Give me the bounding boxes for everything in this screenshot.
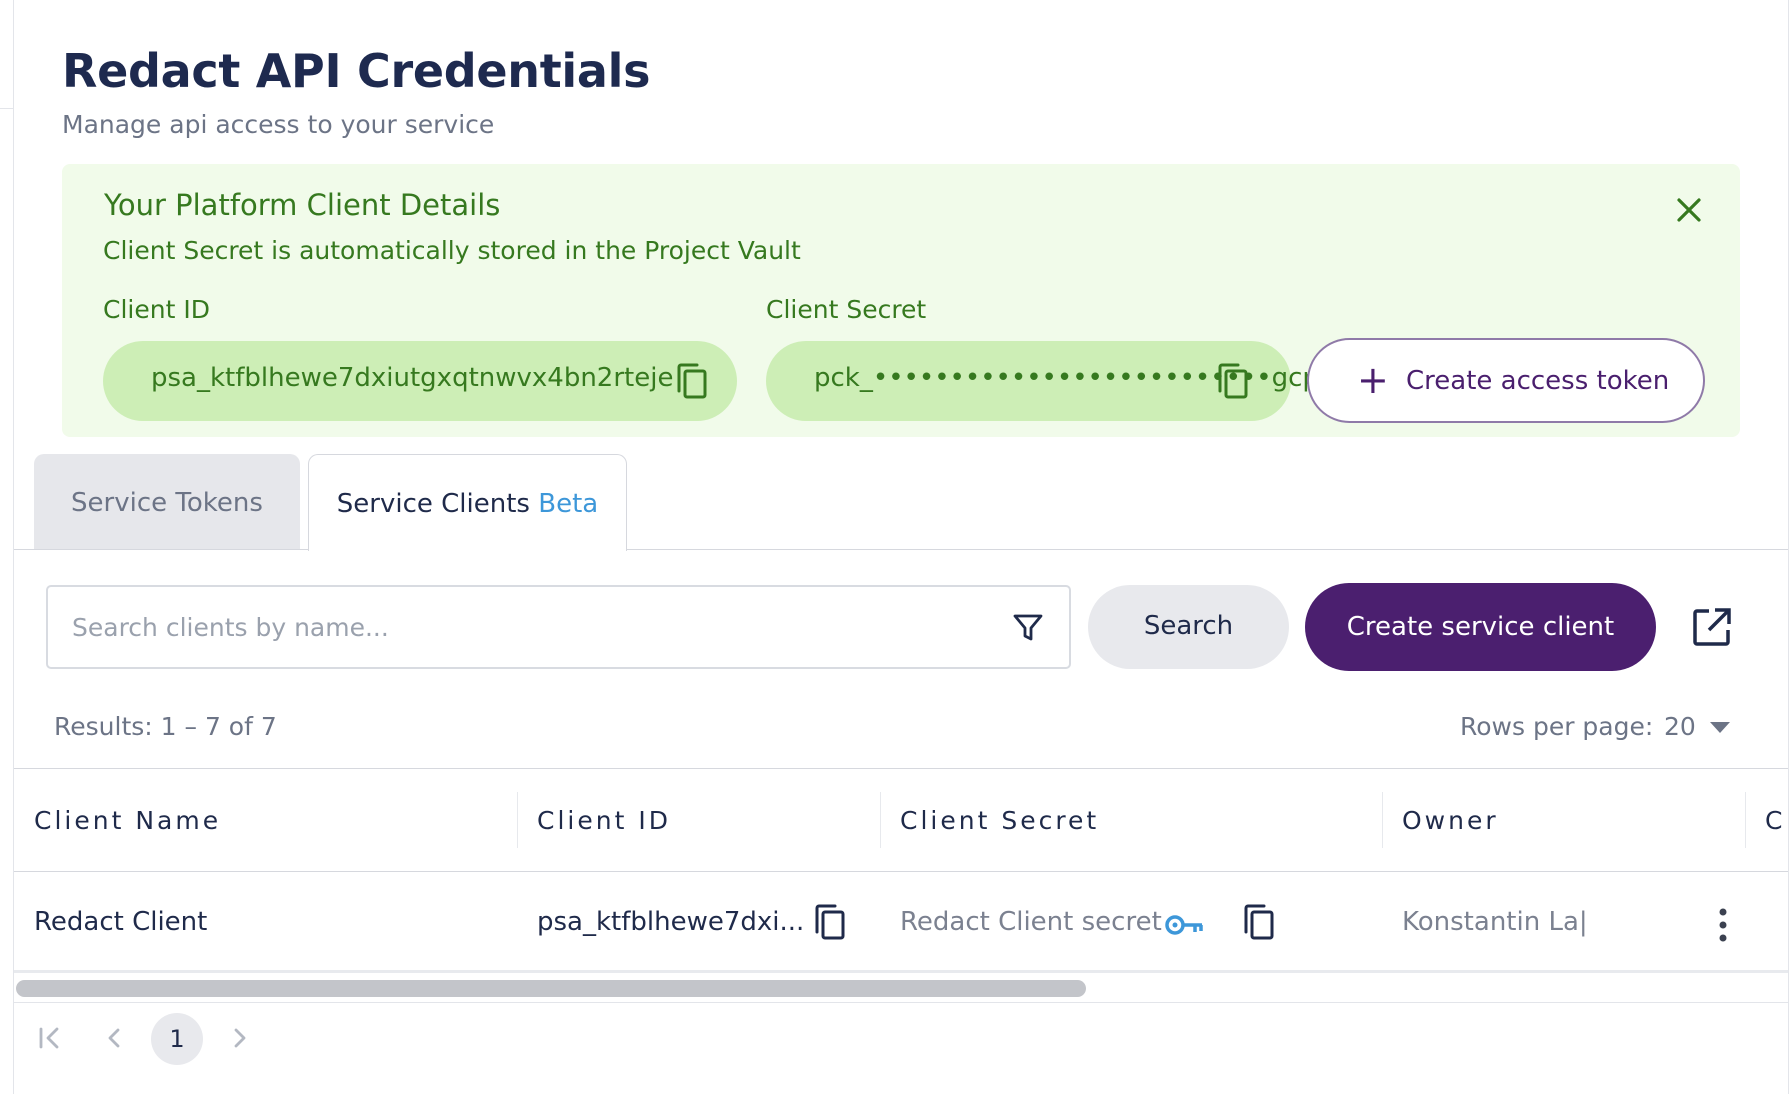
filter-icon[interactable] (1010, 609, 1046, 645)
cell-client-name: Redact Client (34, 907, 208, 937)
search-field (46, 585, 1071, 669)
create-service-client-label: Create service client (1346, 612, 1615, 642)
rows-per-page-value: 20 (1664, 712, 1696, 741)
tab-service-tokens[interactable]: Service Tokens (34, 454, 300, 550)
page-number-current[interactable]: 1 (151, 1013, 203, 1065)
client-id-label: Client ID (103, 295, 210, 324)
copy-icon[interactable] (1214, 361, 1250, 401)
next-page-icon[interactable] (218, 1016, 260, 1060)
chevron-down-icon (1710, 722, 1730, 733)
column-separator (880, 792, 881, 848)
client-id-value: psa_ktfblhewe7dxiutgxqtnwvx4bn2rteje (151, 363, 674, 393)
more-vertical-icon[interactable] (1711, 905, 1735, 945)
search-button-label: Search (1143, 611, 1234, 641)
tab-label: Service Tokens (71, 488, 263, 518)
create-access-token-button[interactable]: + Create access token (1307, 338, 1705, 423)
left-rail (0, 0, 14, 1094)
banner-note: Client Secret is automatically stored in… (103, 236, 801, 265)
column-header-owner[interactable]: Owner (1402, 806, 1499, 835)
first-page-icon[interactable] (28, 1016, 70, 1060)
search-button[interactable]: Search (1088, 585, 1289, 669)
cell-client-id: psa_ktfblhewe7dxi... (537, 907, 805, 937)
right-rail (1788, 0, 1792, 1094)
client-secret-pill: pck_••••••••••••••••••••••••••gcpr (766, 341, 1330, 421)
table-header-border (14, 871, 1788, 872)
rail-divider (0, 108, 13, 109)
column-separator (1382, 792, 1383, 848)
copy-icon[interactable] (811, 902, 847, 942)
prev-page-icon[interactable] (94, 1016, 136, 1060)
client-secret-label: Client Secret (766, 295, 927, 324)
close-icon[interactable] (1671, 192, 1707, 228)
column-header-client-name[interactable]: Client Name (34, 806, 221, 835)
column-header-client-id[interactable]: Client ID (537, 806, 671, 835)
client-id-pill: psa_ktfblhewe7dxiutgxqtnwvx4bn2rteje (103, 341, 737, 421)
rows-per-page-label: Rows per page: (1460, 712, 1654, 741)
banner-title: Your Platform Client Details (104, 188, 501, 222)
beta-badge: Beta (538, 489, 599, 519)
results-summary: Results: 1 – 7 of 7 (54, 712, 277, 741)
scrollbar-divider (14, 1002, 1788, 1003)
client-secret-value: pck_••••••••••••••••••••••••••gcpr (814, 363, 1330, 393)
rows-per-page-select[interactable]: 20 (1664, 712, 1730, 741)
tabs-divider (14, 549, 1788, 550)
tab-label-wrap: Service Clients Beta (309, 489, 626, 519)
page-title: Redact API Credentials (62, 44, 651, 98)
horizontal-scrollbar[interactable] (16, 980, 1086, 997)
create-service-client-button[interactable]: Create service client (1305, 583, 1656, 671)
column-separator (517, 792, 518, 848)
external-link-icon[interactable] (1691, 606, 1733, 648)
search-input[interactable] (72, 607, 972, 647)
create-access-token-label: Create access token (1406, 366, 1670, 396)
copy-icon[interactable] (673, 361, 709, 401)
column-separator (1745, 792, 1746, 848)
table-bottom-border (14, 970, 1788, 973)
cell-owner: Konstantin La| (1402, 907, 1588, 937)
table-top-border (14, 768, 1788, 769)
cell-client-secret: Redact Client secret (900, 907, 1162, 937)
column-header-truncated[interactable]: C (1765, 806, 1785, 835)
key-icon[interactable] (1164, 912, 1206, 938)
plus-icon: + (1357, 358, 1389, 402)
tab-service-clients[interactable]: Service Clients Beta (308, 454, 627, 551)
page-subtitle: Manage api access to your service (62, 110, 495, 139)
client-details-banner: Your Platform Client Details Client Secr… (62, 164, 1740, 437)
copy-icon[interactable] (1240, 902, 1276, 942)
column-header-client-secret[interactable]: Client Secret (900, 806, 1099, 835)
tab-label: Service Clients (336, 489, 530, 519)
